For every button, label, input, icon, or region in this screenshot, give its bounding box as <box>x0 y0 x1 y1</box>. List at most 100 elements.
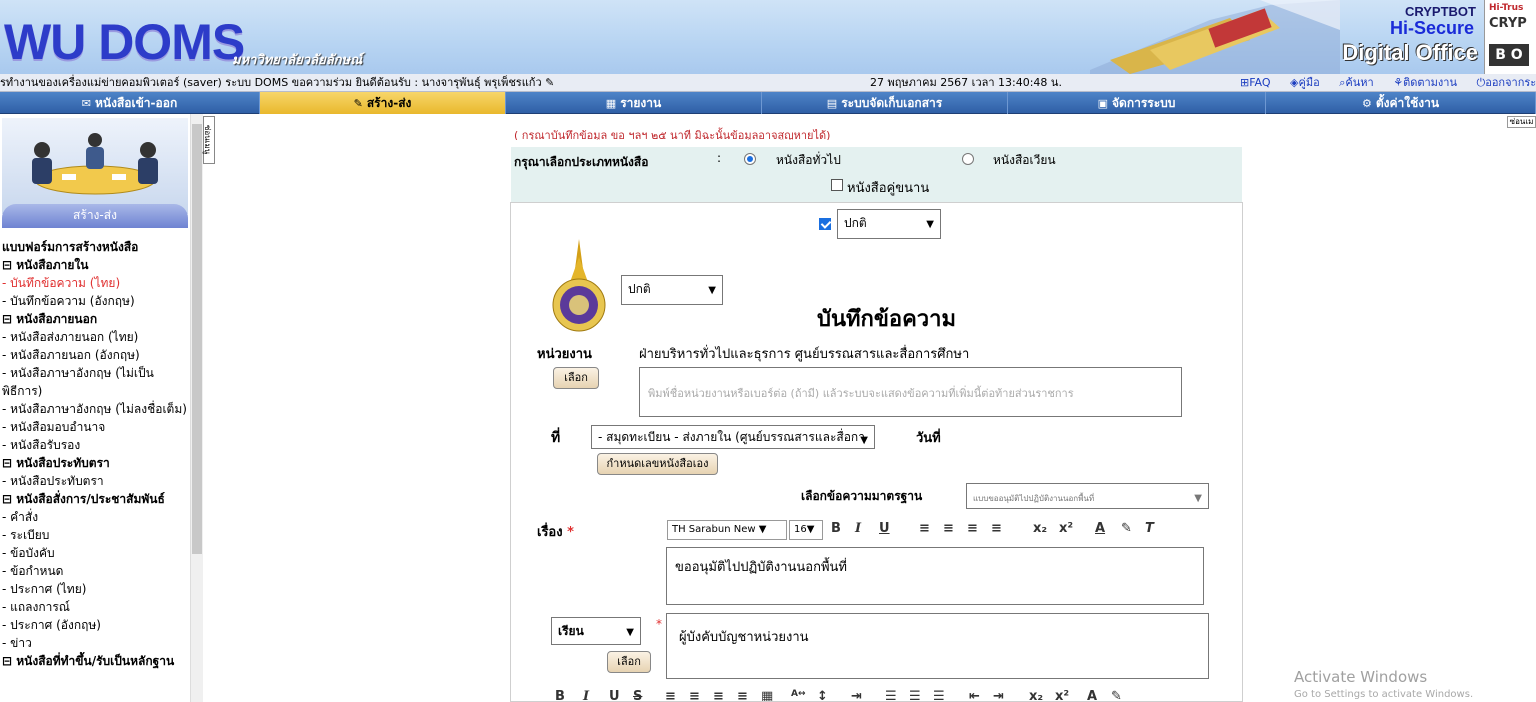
nav-system-admin[interactable]: ▣ จัดการระบบ <box>1008 92 1266 114</box>
sidebar-item-announcement-english[interactable]: - ประกาศ (อังกฤษ) <box>2 616 190 634</box>
subject-editor[interactable]: ขออนุมัติไปปฏิบัติงานนอกพื้นที่ <box>666 547 1204 605</box>
align-left-icon[interactable]: ≡ <box>919 521 930 536</box>
line-height-icon[interactable]: ↕ <box>817 689 828 701</box>
urgency-checkbox[interactable] <box>819 218 831 230</box>
table-icon[interactable]: ▦ <box>761 689 773 701</box>
logout-link[interactable]: ⏻ออกจากระ <box>1477 76 1536 89</box>
scrollbar-thumb[interactable] <box>192 124 202 554</box>
recipient-editor[interactable]: ผู้บังคับบัญชาหน่วยงาน <box>666 613 1209 679</box>
align-justify-icon[interactable]: ≡ <box>991 521 1002 536</box>
hide-menu-tab[interactable]: ซ่อนเมนู <box>203 116 215 164</box>
sidebar-item-certificate[interactable]: - หนังสือรับรอง <box>2 436 190 454</box>
sidebar-item-stamped-letter[interactable]: - หนังสือประทับตรา <box>2 472 190 490</box>
activate-windows-title: Activate Windows <box>1294 668 1428 686</box>
increase-indent-icon[interactable]: ⇥ <box>993 689 1004 701</box>
sidebar-item-announcement-thai[interactable]: - ประกาศ (ไทย) <box>2 580 190 598</box>
superscript-icon[interactable]: x² <box>1055 689 1069 701</box>
parallel-letter-label: หนังสือคู่ขนาน <box>847 181 930 196</box>
italic-icon[interactable]: I <box>855 521 861 536</box>
sidebar-item-power-of-attorney[interactable]: - หนังสือมอบอำนาจ <box>2 418 190 436</box>
edit-icon[interactable]: ✎ <box>545 76 554 89</box>
strikethrough-icon[interactable]: S <box>633 689 642 701</box>
parallel-letter-checkbox[interactable] <box>831 179 843 191</box>
numbered-list-icon[interactable]: ☰ <box>885 689 897 701</box>
faq-link[interactable]: ⊞FAQ <box>1240 76 1279 89</box>
sidebar-item-english-informal[interactable]: - หนังสือภาษาอังกฤษ (ไม่เป็นพิธีการ) <box>2 364 190 400</box>
sidebar-item-external-english[interactable]: - หนังสือภายนอก (อังกฤษ) <box>2 346 190 364</box>
clear-format-icon[interactable]: T <box>1145 521 1154 536</box>
department-input[interactable]: พิมพ์ชื่อหน่วยงานหรือเบอร์ต่อ (ถ้ามี) แล… <box>639 367 1182 417</box>
radio-circular-letter[interactable] <box>962 153 974 165</box>
thai-distributed-icon[interactable]: ⇥ <box>851 689 862 701</box>
font-size-select[interactable]: 16▼ <box>789 520 823 540</box>
align-justify-icon[interactable]: ≡ <box>737 689 748 701</box>
sidebar-item-rule[interactable]: - ข้อบังคับ <box>2 544 190 562</box>
sidebar-item-statement[interactable]: - แถลงการณ์ <box>2 598 190 616</box>
underline-icon[interactable]: U <box>609 689 620 701</box>
manual-link[interactable]: ◈คู่มือ <box>1290 76 1328 89</box>
nav-document-storage[interactable]: ▤ ระบบจัดเก็บเอกสาร <box>762 92 1008 114</box>
nav-create-send[interactable]: ✎ สร้าง-ส่ง <box>260 92 506 114</box>
bold-icon[interactable]: B <box>555 689 565 701</box>
standard-text-select[interactable]: แบบขออนุมัติไปปฏิบัติงานนอกพื้นที่ ▼ <box>966 483 1209 509</box>
sidebar-item-memo-english[interactable]: - บันทึกข้อความ (อังกฤษ) <box>2 292 190 310</box>
sidebar-item-news[interactable]: - ข่าว <box>2 634 190 652</box>
register-book-select[interactable]: - สมุดทะเบียน - ส่งภายใน (ศูนย์บรรณสารแล… <box>591 425 875 449</box>
nav-inbox-outbox[interactable]: ✉ หนังสือเข้า-ออก <box>0 92 260 114</box>
text-color-icon[interactable]: A <box>1087 689 1097 701</box>
align-right-icon[interactable]: ≡ <box>713 689 724 701</box>
underline-icon[interactable]: U <box>879 521 890 536</box>
bold-icon[interactable]: B <box>831 521 841 536</box>
subscript-icon[interactable]: x₂ <box>1029 689 1043 701</box>
sidebar-item-memo-thai[interactable]: - บันทึกข้อความ (ไทย) <box>2 274 190 292</box>
corner-cryp: CRYP <box>1489 16 1527 31</box>
nav-settings[interactable]: ⚙ ตั้งค่าใช้งาน <box>1266 92 1536 114</box>
sidebar-group-evidence[interactable]: ⊟ หนังสือที่ทำขึ้น/รับเป็นหลักฐาน <box>2 652 190 670</box>
highlight-icon[interactable]: ✎ <box>1121 521 1132 536</box>
letter-spacing-icon[interactable]: A↔ <box>791 689 806 699</box>
gear-icon: ⚙ <box>1361 97 1372 110</box>
radio-general-letter[interactable] <box>744 153 756 165</box>
font-family-select[interactable]: TH Sarabun New ▼ <box>667 520 787 540</box>
select-department-button[interactable]: เลือก <box>553 367 599 389</box>
align-center-icon[interactable]: ≡ <box>689 689 700 701</box>
university-name: มหาวิทยาลัยวลัยลักษณ์ <box>232 53 363 68</box>
bulleted-list-icon[interactable]: ☰ <box>909 689 921 701</box>
sidebar-group-stamped[interactable]: ⊟ หนังสือประทับตรา <box>2 454 190 472</box>
urgency-select[interactable]: ปกติ ▼ <box>837 209 941 239</box>
superscript-icon[interactable]: x² <box>1059 521 1073 536</box>
sidebar-scrollbar[interactable] <box>190 114 203 702</box>
sidebar-group-external[interactable]: ⊟ หนังสือภายนอก <box>2 310 190 328</box>
salutation-select[interactable]: เรียน ▼ <box>551 617 641 645</box>
report-icon: ▦ <box>605 97 617 110</box>
highlight-icon[interactable]: ✎ <box>1111 689 1122 701</box>
radio-circular-label: หนังสือเวียน <box>993 153 1056 167</box>
select-recipient-button[interactable]: เลือก <box>607 651 651 673</box>
subscript-icon[interactable]: x₂ <box>1033 521 1047 536</box>
hide-menu-tab-right[interactable]: ซ่อนเม <box>1507 116 1536 128</box>
align-center-icon[interactable]: ≡ <box>943 521 954 536</box>
app-header: WU DOMS มหาวิทยาลัยวลัยลักษณ์ CRYPTBOT H… <box>0 0 1536 74</box>
sidebar-item-requirement[interactable]: - ข้อกำหนด <box>2 562 190 580</box>
sidebar-item-regulation[interactable]: - ระเบียบ <box>2 526 190 544</box>
align-left-icon[interactable]: ≡ <box>665 689 676 701</box>
sidebar-item-english-no-fullname[interactable]: - หนังสือภาษาอังกฤษ (ไม่ลงชื่อเต็ม) <box>2 400 190 418</box>
manual-number-button[interactable]: กำหนดเลขหนังสือเอง <box>597 453 718 475</box>
sidebar-item-order[interactable]: - คำสั่ง <box>2 508 190 526</box>
sidebar-group-internal[interactable]: ⊟ หนังสือภายใน <box>2 256 190 274</box>
italic-icon[interactable]: I <box>583 689 589 701</box>
status-datetime: 27 พฤษภาคม 2567 เวลา 13:40:48 น. <box>870 76 1062 89</box>
multilevel-list-icon[interactable]: ☰ <box>933 689 945 701</box>
nav-report[interactable]: ▦ รายงาน <box>506 92 762 114</box>
decrease-indent-icon[interactable]: ⇤ <box>969 689 980 701</box>
secrecy-select[interactable]: ปกติ ▼ <box>621 275 723 305</box>
search-link[interactable]: ⌕ค้นหา <box>1339 76 1381 89</box>
chevron-down-icon: ▼ <box>860 435 868 446</box>
required-mark: * <box>656 617 662 631</box>
document-title: บันทึกข้อความ <box>817 307 957 332</box>
text-color-icon[interactable]: A <box>1095 521 1105 536</box>
sidebar-item-external-thai[interactable]: - หนังสือส่งภายนอก (ไทย) <box>2 328 190 346</box>
sidebar-group-orders[interactable]: ⊟ หนังสือสั่งการ/ประชาสัมพันธ์ <box>2 490 190 508</box>
align-right-icon[interactable]: ≡ <box>967 521 978 536</box>
track-link[interactable]: ⚘ติดตามงาน <box>1393 76 1465 89</box>
